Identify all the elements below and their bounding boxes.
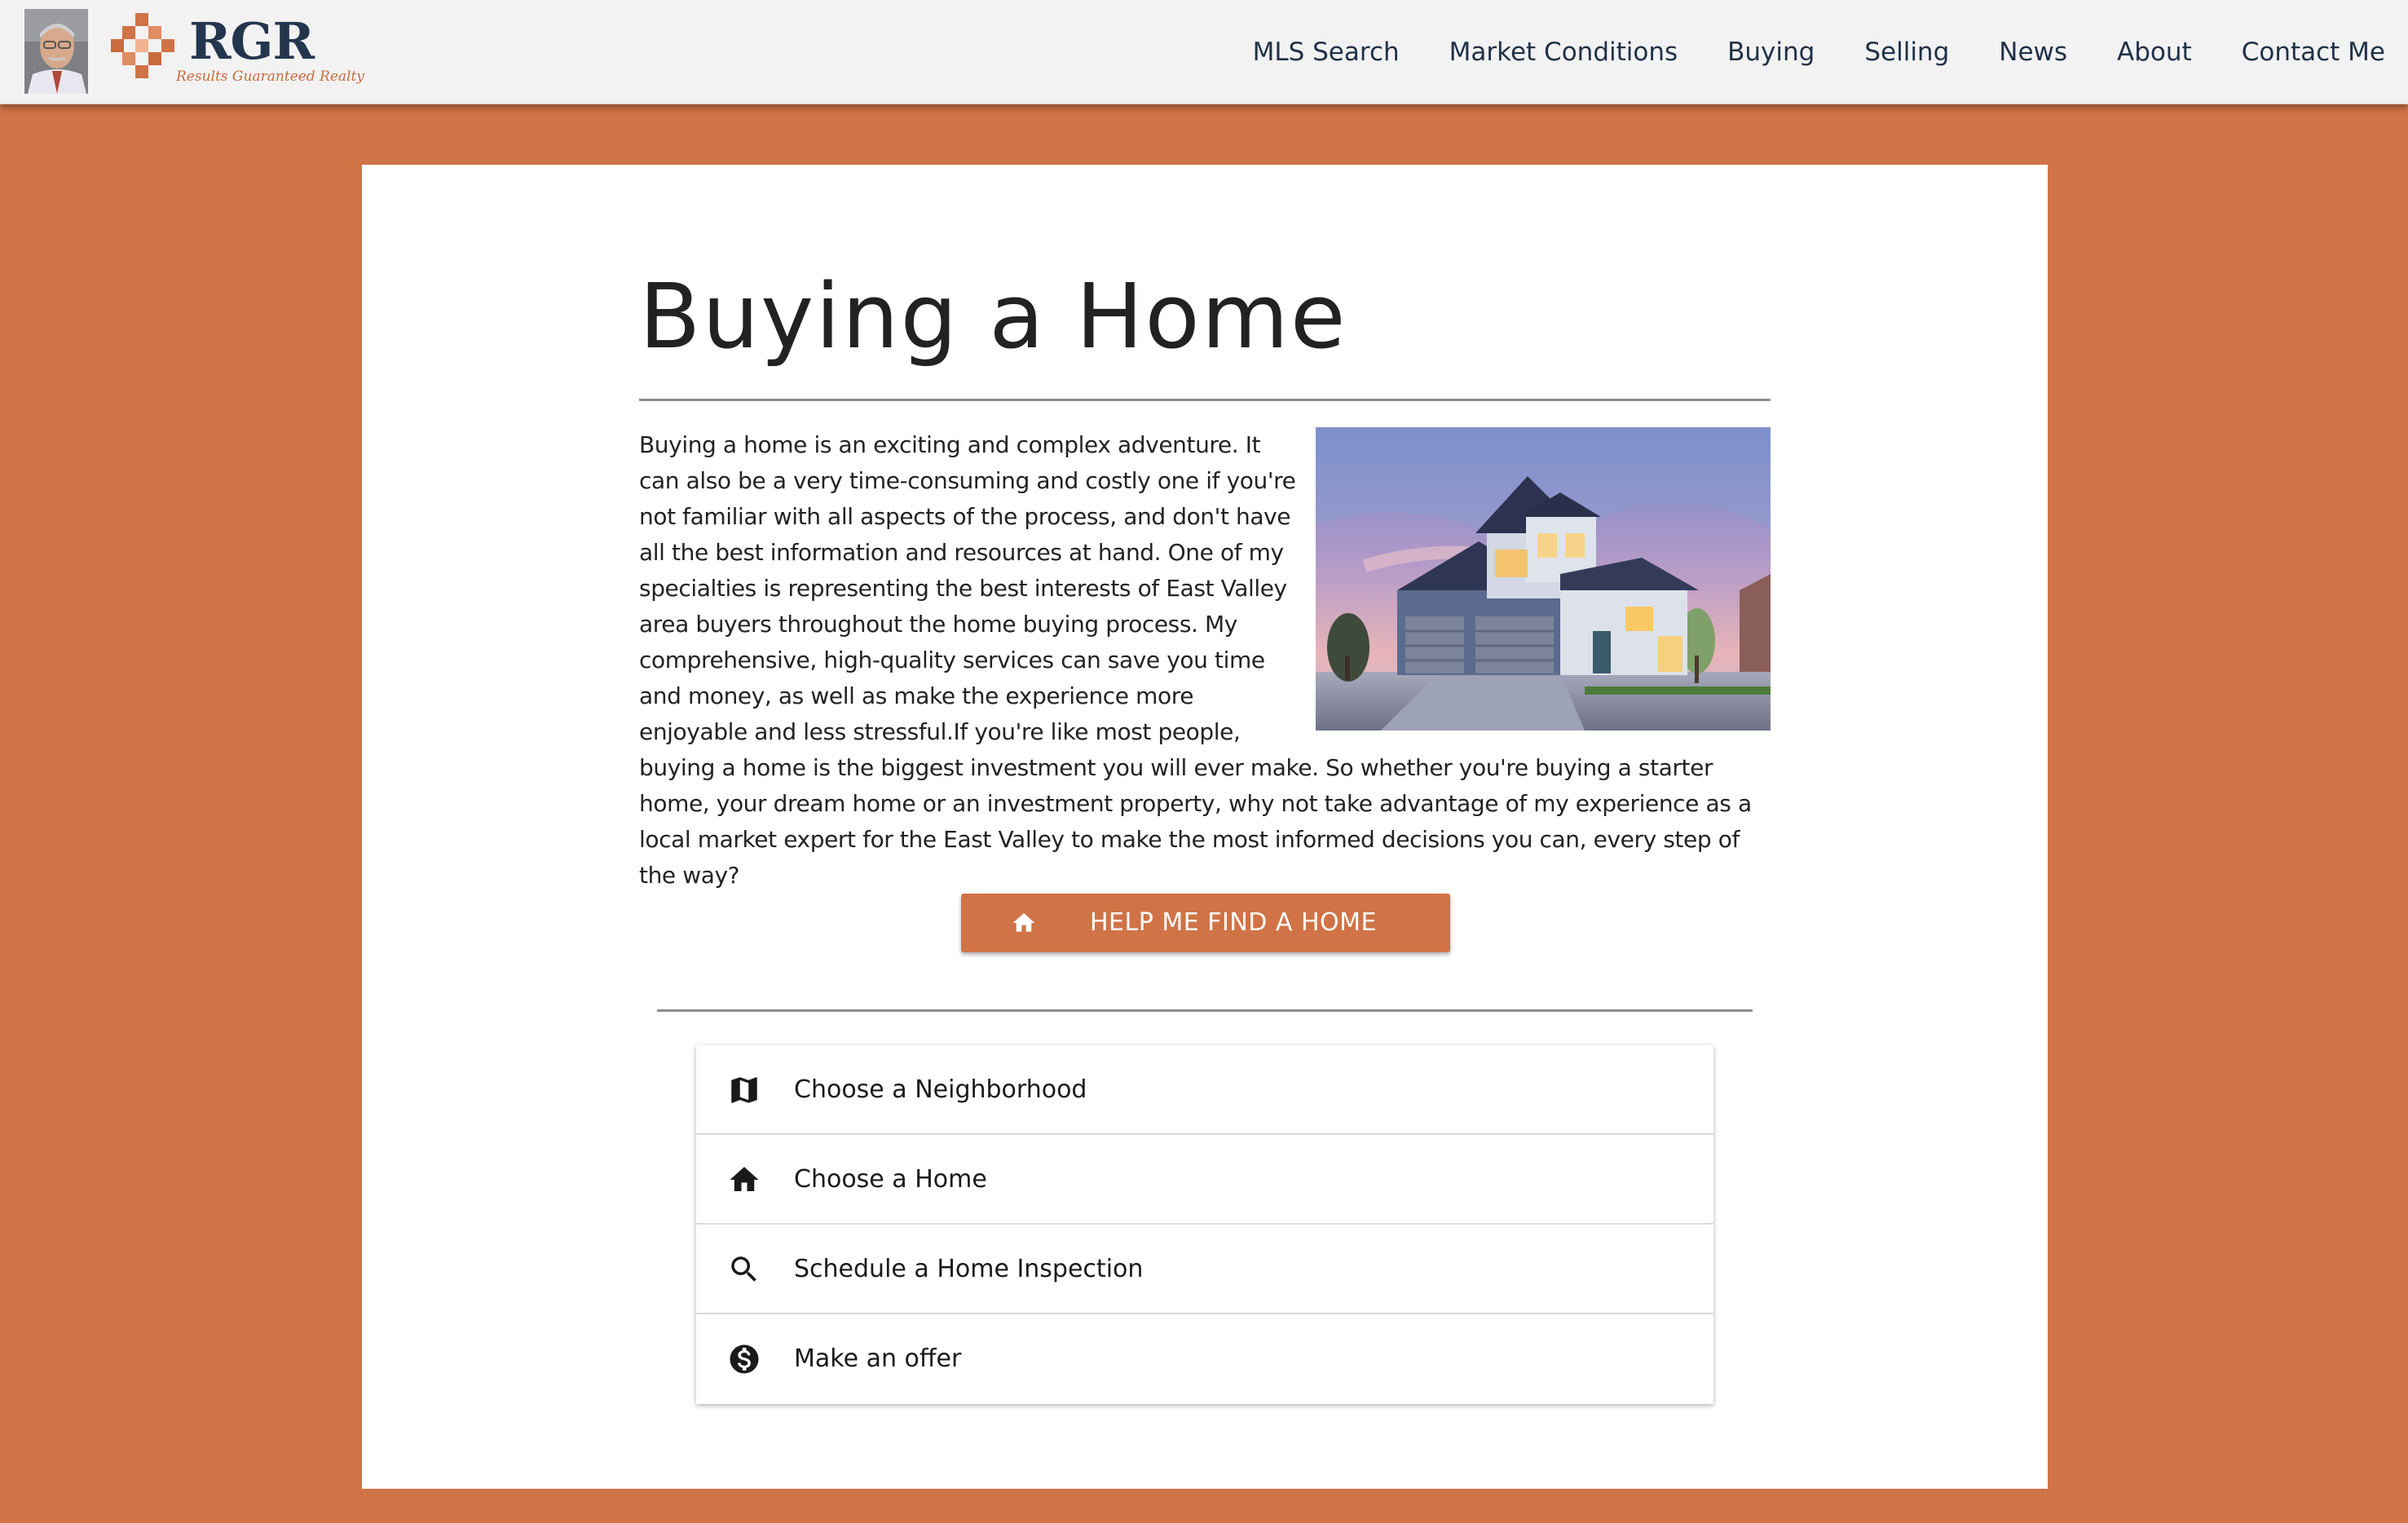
nav-news[interactable]: News [1999,38,2067,67]
page-title: Buying a Home [639,264,1347,369]
search-icon [731,1256,756,1282]
dollar-icon [730,1344,759,1374]
step-label: Make an offer [794,1344,962,1373]
nav-market-conditions[interactable]: Market Conditions [1449,38,1678,67]
nav-mls-search[interactable]: MLS Search [1253,38,1400,67]
rgr-logo[interactable]: RGR Results Guaranteed Realty [111,11,364,90]
title-divider [639,399,1771,401]
main-nav: MLS Search Market Conditions Buying Sell… [1203,0,2385,104]
step-label: Choose a Neighborhood [794,1075,1087,1104]
agent-photo [24,9,88,94]
section-divider [657,1009,1753,1012]
content-card: Buying a Home Buying a home is an exciti… [362,165,2048,1489]
intro-section: Buying a home is an exciting and complex… [639,427,1771,894]
agent-avatar[interactable] [24,9,88,94]
nav-about[interactable]: About [2117,38,2192,67]
site-header: RGR Results Guaranteed Realty MLS Search… [0,0,2408,104]
step-label: Choose a Home [794,1165,987,1194]
home-icon [730,1167,759,1191]
help-me-find-a-home-label: HELP ME FIND A HOME [1090,908,1377,937]
step-schedule-inspection[interactable]: Schedule a Home Inspection [696,1225,1713,1314]
step-label: Schedule a Home Inspection [794,1255,1144,1283]
home-icon [1012,913,1035,932]
house-photo [1316,427,1771,731]
nav-selling[interactable]: Selling [1864,38,1949,67]
map-icon [731,1077,757,1103]
help-me-find-a-home-button[interactable]: HELP ME FIND A HOME [961,894,1450,952]
step-choose-home[interactable]: Choose a Home [696,1135,1713,1225]
nav-contact-me[interactable]: Contact Me [2242,38,2385,67]
step-make-offer[interactable]: Make an offer [696,1314,1713,1404]
logo-wordmark: RGR [189,11,315,71]
step-choose-neighborhood[interactable]: Choose a Neighborhood [696,1045,1713,1135]
buying-steps-list: Choose a Neighborhood Choose a Home Sche… [696,1045,1713,1404]
logo-tagline: Results Guaranteed Realty [176,68,364,85]
nav-buying[interactable]: Buying [1727,38,1815,67]
rgr-logo-mark [111,13,174,78]
